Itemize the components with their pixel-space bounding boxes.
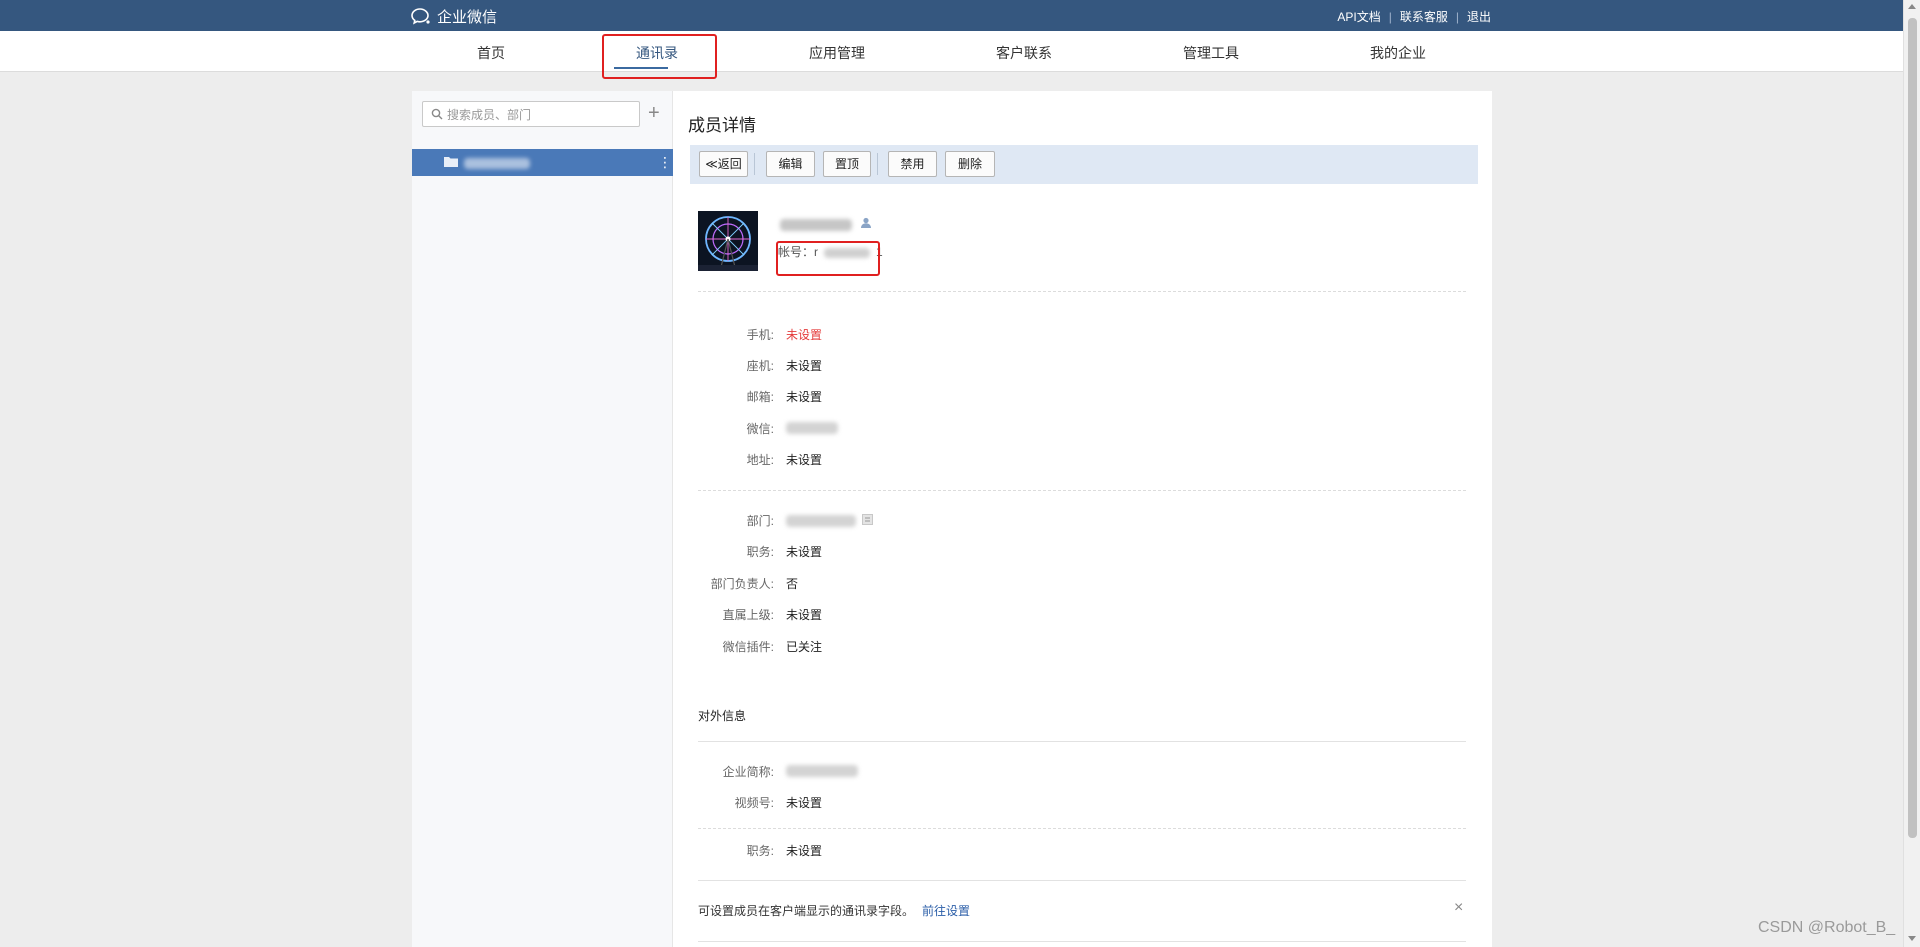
dept-leader-label: 部门负责人:	[710, 577, 774, 591]
external-position-label: 职务:	[746, 844, 774, 858]
nav-my-enterprise[interactable]: 我的企业	[1370, 43, 1426, 63]
page-scrollbar[interactable]	[1903, 0, 1920, 947]
detail-toolbar: ≪返回 编辑 置顶 禁用 删除	[690, 145, 1478, 184]
nav-management-tools[interactable]: 管理工具	[1183, 43, 1239, 63]
mobile-label: 手机:	[746, 328, 774, 342]
divider	[698, 490, 1466, 491]
scroll-up-arrow-icon[interactable]	[1908, 4, 1916, 9]
divider	[698, 941, 1466, 942]
close-icon[interactable]: ×	[1454, 899, 1463, 917]
external-position-value: 未设置	[786, 844, 823, 858]
tip-text: 可设置成员在客户端显示的通讯录字段。	[698, 904, 915, 918]
highlight-box-nav	[602, 34, 717, 79]
corp-short-name-label: 企业简称:	[722, 765, 774, 779]
nav-customer-contact[interactable]: 客户联系	[996, 43, 1052, 63]
search-input[interactable]: 搜索成员、部门	[422, 101, 640, 127]
address-value: 未设置	[786, 453, 823, 467]
wechat-plugin-label: 微信插件:	[722, 640, 774, 654]
page-title: 成员详情	[688, 116, 756, 135]
watermark: CSDN @Robot_B_	[1758, 919, 1896, 936]
divider	[698, 880, 1466, 881]
back-button[interactable]: ≪返回	[699, 151, 748, 177]
video-channel-label: 视频号:	[734, 796, 774, 810]
contact-support-link[interactable]: 联系客服	[1400, 8, 1448, 25]
external-info-title: 对外信息	[698, 709, 747, 723]
wechat-label: 微信:	[746, 422, 774, 436]
direct-superior-value: 未设置	[786, 608, 823, 622]
sidebar-item-department[interactable]: ⋮	[412, 149, 673, 176]
nav-app-management[interactable]: 应用管理	[809, 43, 865, 63]
department-card-icon[interactable]	[862, 514, 873, 525]
main-nav: 首页 通讯录 应用管理 客户联系 管理工具 我的企业	[0, 31, 1903, 72]
corp-short-name-redacted	[786, 765, 858, 777]
pin-button[interactable]: 置顶	[823, 151, 871, 177]
add-icon[interactable]: +	[648, 101, 660, 125]
divider	[698, 828, 1466, 829]
main-panel: 搜索成员、部门 + ⋮ 成员详情 ≪返回 编辑 置顶 禁用 删除 帐号：r 1 …	[412, 91, 1492, 947]
email-label: 邮箱:	[746, 390, 774, 404]
scroll-thumb[interactable]	[1908, 18, 1917, 838]
avatar	[698, 211, 758, 271]
divider	[698, 291, 1466, 292]
video-channel-value: 未设置	[786, 796, 823, 810]
department-value-redacted	[786, 515, 856, 527]
person-icon	[861, 217, 871, 228]
top-bar: 企业微信 API文档 | 联系客服 | 退出	[0, 0, 1903, 31]
toolbar-separator	[877, 153, 878, 175]
nav-home[interactable]: 首页	[477, 43, 505, 63]
ferris-wheel-photo	[698, 211, 758, 271]
separator: |	[1455, 9, 1459, 24]
divider	[698, 741, 1466, 742]
member-name-redacted	[780, 219, 852, 231]
wechat-value-redacted	[786, 422, 838, 434]
folder-icon	[444, 157, 458, 167]
wechat-plugin-value: 已关注	[786, 640, 823, 654]
toolbar-separator	[754, 153, 755, 175]
delete-button[interactable]: 删除	[945, 151, 995, 177]
brand-name: 企业微信	[437, 9, 498, 26]
logout-link[interactable]: 退出	[1467, 8, 1491, 25]
highlight-box-account	[776, 241, 880, 276]
separator: |	[1388, 9, 1392, 24]
disable-button[interactable]: 禁用	[888, 151, 937, 177]
api-docs-link[interactable]: API文档	[1337, 8, 1380, 25]
dept-leader-value: 否	[786, 577, 799, 591]
search-icon	[431, 108, 443, 120]
position-value: 未设置	[786, 545, 823, 559]
landline-label: 座机:	[746, 359, 774, 373]
department-label: 部门:	[746, 514, 774, 528]
go-to-settings-link[interactable]: 前往设置	[922, 904, 970, 918]
member-detail: 成员详情 ≪返回 编辑 置顶 禁用 删除 帐号：r 1 手机: 未设置 座机: …	[674, 91, 1492, 947]
mobile-value: 未设置	[786, 328, 823, 342]
address-label: 地址:	[746, 453, 774, 467]
department-sidebar: 搜索成员、部门 + ⋮	[412, 91, 673, 947]
chat-bubble-icon	[411, 7, 430, 25]
landline-value: 未设置	[786, 359, 823, 373]
search-placeholder: 搜索成员、部门	[447, 107, 532, 122]
department-name-redacted	[464, 158, 530, 169]
top-links: API文档 | 联系客服 | 退出	[1337, 8, 1491, 25]
brand-logo[interactable]: 企业微信	[411, 6, 497, 27]
edit-button[interactable]: 编辑	[766, 151, 815, 177]
settings-tip: 可设置成员在客户端显示的通讯录字段。 前往设置	[698, 902, 970, 919]
more-options-icon[interactable]: ⋮	[658, 153, 672, 171]
scroll-down-arrow-icon[interactable]	[1908, 936, 1916, 941]
position-label: 职务:	[746, 545, 774, 559]
direct-superior-label: 直属上级:	[722, 608, 774, 622]
email-value: 未设置	[786, 390, 823, 404]
